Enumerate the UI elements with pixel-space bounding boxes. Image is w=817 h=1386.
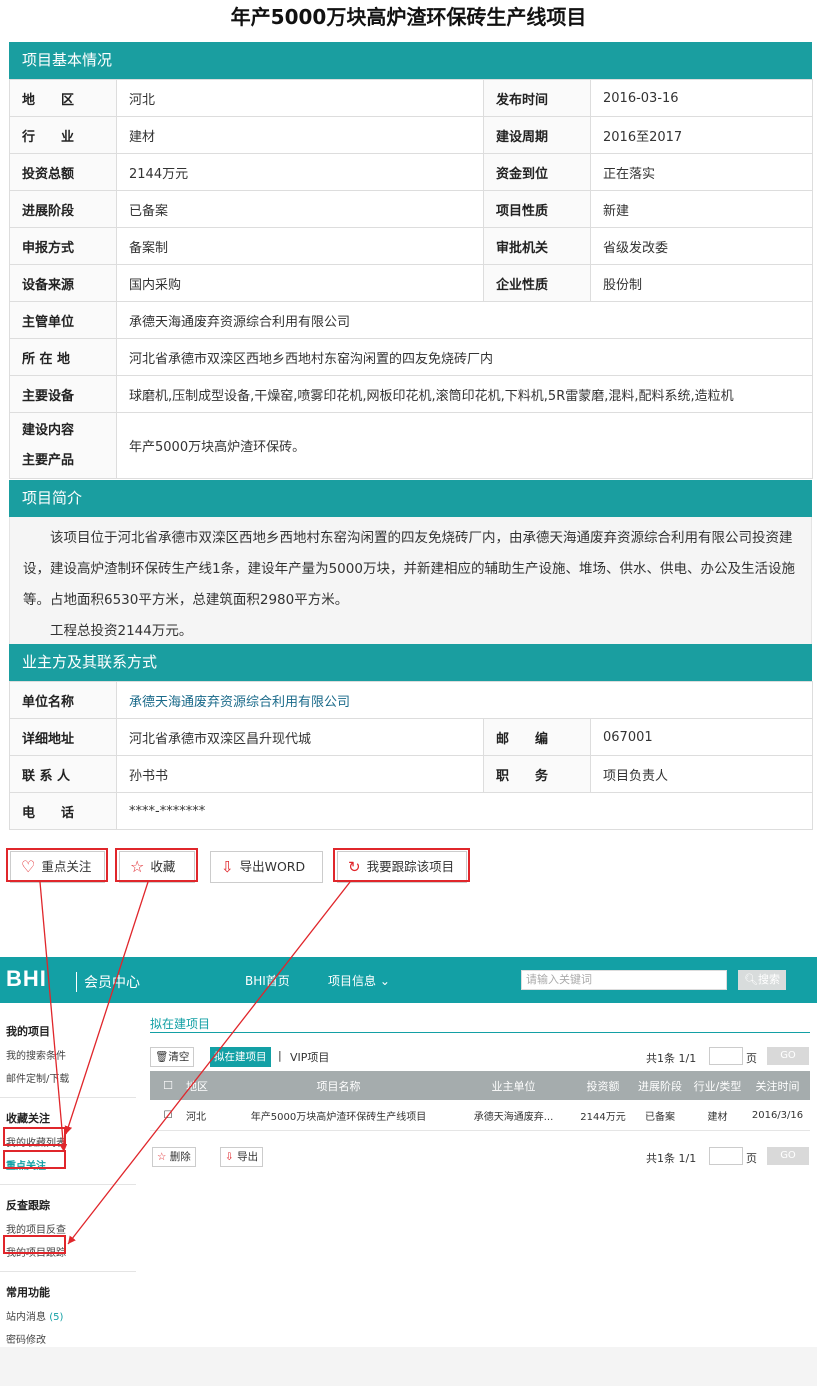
annotation-arrows	[39, 881, 351, 1245]
arrow-line	[39, 881, 68, 1153]
arrow-line	[64, 881, 149, 1135]
arrow-line	[67, 881, 351, 1245]
